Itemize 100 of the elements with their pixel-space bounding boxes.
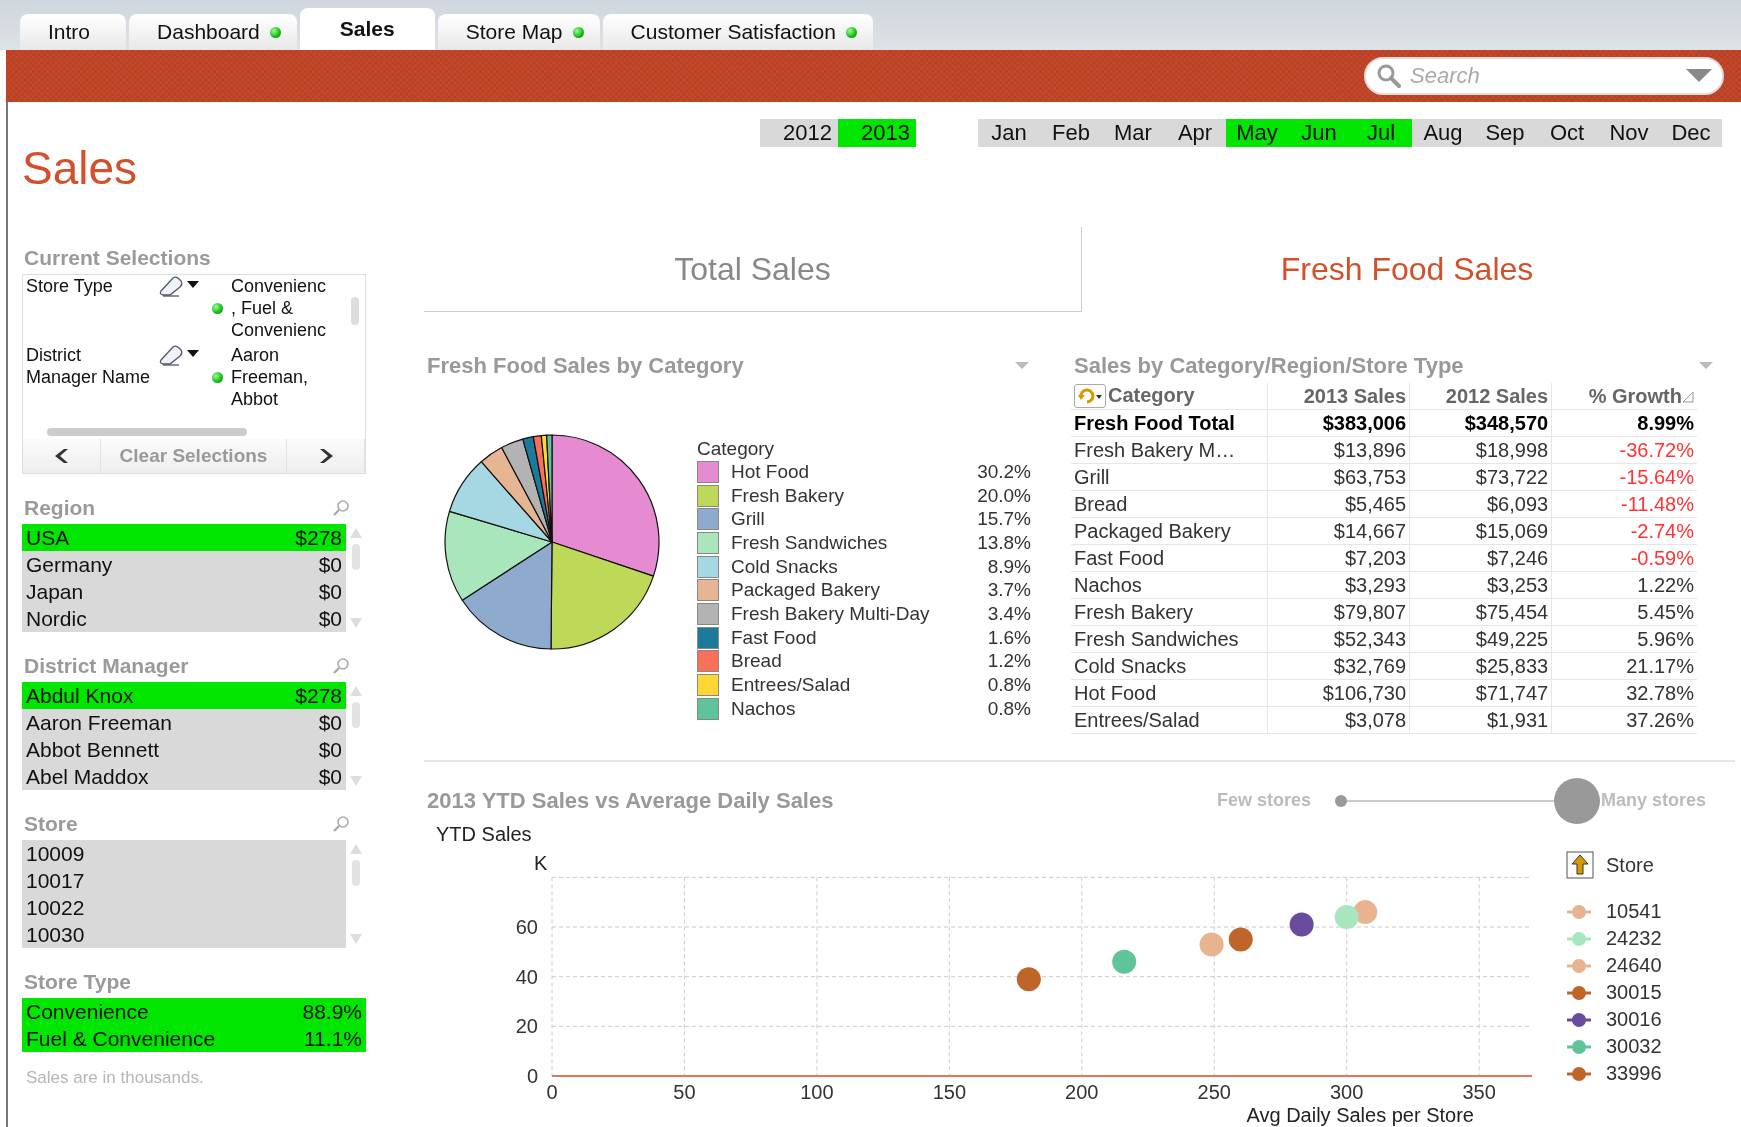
scroll-down-icon[interactable] (350, 934, 362, 944)
scroll-up-icon[interactable] (350, 528, 362, 538)
search-icon[interactable] (332, 499, 350, 517)
table-cell: 32.78% (1551, 679, 1697, 707)
selection-value: Abbot (231, 388, 280, 410)
column-header[interactable]: % Growth (1551, 383, 1697, 410)
search-icon[interactable] (332, 657, 350, 675)
footnote: Sales are in thousands. (25, 1068, 205, 1088)
sort-icon[interactable] (1682, 390, 1694, 403)
search-input[interactable]: Search (1408, 62, 1680, 90)
caret-icon[interactable] (187, 281, 199, 289)
list-item[interactable]: Abel Maddox $0 (22, 763, 346, 790)
table-cell: 21.17% (1551, 652, 1697, 680)
month-cell[interactable]: May (1226, 119, 1288, 147)
list-item[interactable]: USA $278 (22, 524, 346, 551)
sheet-tab[interactable]: Intro (20, 14, 127, 50)
sheet-tab[interactable]: Store Map (437, 14, 600, 50)
legend-label: Hot Food (731, 460, 811, 483)
list-box-title: Store (24, 812, 78, 836)
list-item[interactable]: Fuel & Convenience 11.1% (22, 1025, 366, 1052)
year-cell[interactable]: 2012 (760, 119, 838, 147)
field-label: Store Type (25, 275, 114, 298)
table-cell: -0.59% (1551, 544, 1697, 572)
cycle-icon[interactable] (1074, 384, 1106, 409)
search-field[interactable]: Search (1364, 57, 1724, 95)
month-cell[interactable]: Feb (1040, 119, 1102, 147)
axis-title: YTD Sales (436, 823, 532, 845)
scroll-down-icon[interactable] (350, 776, 362, 786)
table-cell: Fresh Bakery (1071, 598, 1268, 626)
sheet-tab[interactable]: Dashboard (129, 14, 297, 50)
legend-value: 15.7% (977, 508, 1031, 531)
next-button[interactable] (287, 439, 365, 473)
selection-value: Freeman, (231, 366, 310, 388)
view-tab[interactable]: Fresh Food Sales (1082, 227, 1732, 312)
table-cell: -36.72% (1551, 436, 1697, 464)
table-cell: $7,203 (1267, 544, 1410, 572)
tick-label: 50 (673, 1081, 696, 1103)
legend-label: 30016 (1606, 1008, 1662, 1031)
month-cell[interactable]: Jun (1288, 119, 1350, 147)
column-header[interactable]: 2013 Sales (1267, 383, 1410, 410)
scrollbar-thumb[interactable] (352, 544, 360, 570)
list-item[interactable]: 10017 (22, 867, 346, 894)
sheet-tab[interactable]: Customer Satisfaction (602, 14, 873, 50)
previous-button[interactable] (23, 439, 101, 473)
caret-icon[interactable] (187, 350, 199, 358)
list-item[interactable]: 10022 (22, 894, 346, 921)
search-icon[interactable] (332, 815, 350, 833)
list-box-title: District Manager (24, 654, 189, 678)
table-cell: Fresh Sandwiches (1071, 625, 1268, 653)
list-item[interactable]: Japan $0 (22, 578, 346, 605)
scroll-down-icon[interactable] (350, 618, 362, 628)
list-item[interactable]: Convenience 88.9% (22, 998, 366, 1025)
table-cell: $75,454 (1409, 598, 1552, 626)
list-item[interactable]: 10009 (22, 840, 346, 867)
table-cell: Fresh Bakery M… (1071, 436, 1268, 464)
table-cell: Bread (1071, 490, 1268, 518)
month-cell[interactable]: Jul (1350, 119, 1412, 147)
scrollbar-thumb[interactable] (352, 702, 360, 728)
axis-unit: K (534, 852, 548, 874)
month-cell[interactable]: Sep (1474, 119, 1536, 147)
scroll-up-icon[interactable] (350, 844, 362, 854)
list-item[interactable]: Aaron Freeman $0 (22, 709, 346, 736)
scrollbar-thumb[interactable] (352, 860, 360, 886)
table-cell: $348,570 (1409, 409, 1552, 437)
list-item[interactable]: 10030 (22, 921, 346, 948)
month-cell[interactable]: Oct (1536, 119, 1598, 147)
column-header[interactable]: 2012 Sales (1409, 383, 1552, 410)
sheet-tab[interactable]: Sales (299, 8, 435, 50)
chart-title: 2013 YTD Sales vs Average Daily Sales (427, 787, 834, 814)
search-icon (1376, 63, 1402, 89)
month-cell[interactable]: Mar (1102, 119, 1164, 147)
scroll-up-icon[interactable] (350, 686, 362, 696)
table-cell: $25,833 (1409, 652, 1552, 680)
legend-label: 30032 (1606, 1035, 1662, 1058)
column-header[interactable]: Category (1071, 383, 1268, 410)
tick-label: 40 (515, 965, 538, 988)
month-cell[interactable]: Nov (1598, 119, 1660, 147)
view-tab[interactable]: Total Sales (424, 227, 1082, 312)
table-cell: $52,343 (1267, 625, 1410, 653)
eraser-icon[interactable] (157, 275, 185, 297)
list-item[interactable]: Nordic $0 (22, 605, 346, 632)
year-cell[interactable]: 2013 (838, 119, 916, 147)
table-title: Sales by Category/Region/Store Type (1074, 353, 1464, 379)
eraser-icon[interactable] (157, 344, 185, 366)
month-cell[interactable]: Aug (1412, 119, 1474, 147)
table-cell: 8.99% (1551, 409, 1697, 437)
list-item[interactable]: Abdul Knox $278 (22, 682, 346, 709)
field-label: District Manager Name (25, 344, 152, 389)
table-cell: $1,931 (1409, 706, 1552, 734)
list-item[interactable]: Germany $0 (22, 551, 346, 578)
dropdown-caret-icon[interactable] (1686, 69, 1712, 83)
month-cell[interactable]: Dec (1660, 119, 1722, 147)
legend-value: 30.2% (977, 460, 1031, 483)
table-cell: Cold Snacks (1071, 652, 1268, 680)
list-item[interactable]: Abbot Bennett $0 (22, 736, 346, 763)
table-cell: $18,998 (1409, 436, 1552, 464)
month-cell[interactable]: Apr (1164, 119, 1226, 147)
table-cell: $71,747 (1409, 679, 1552, 707)
month-cell[interactable]: Jan (978, 119, 1040, 147)
table-cell: $5,465 (1267, 490, 1410, 518)
